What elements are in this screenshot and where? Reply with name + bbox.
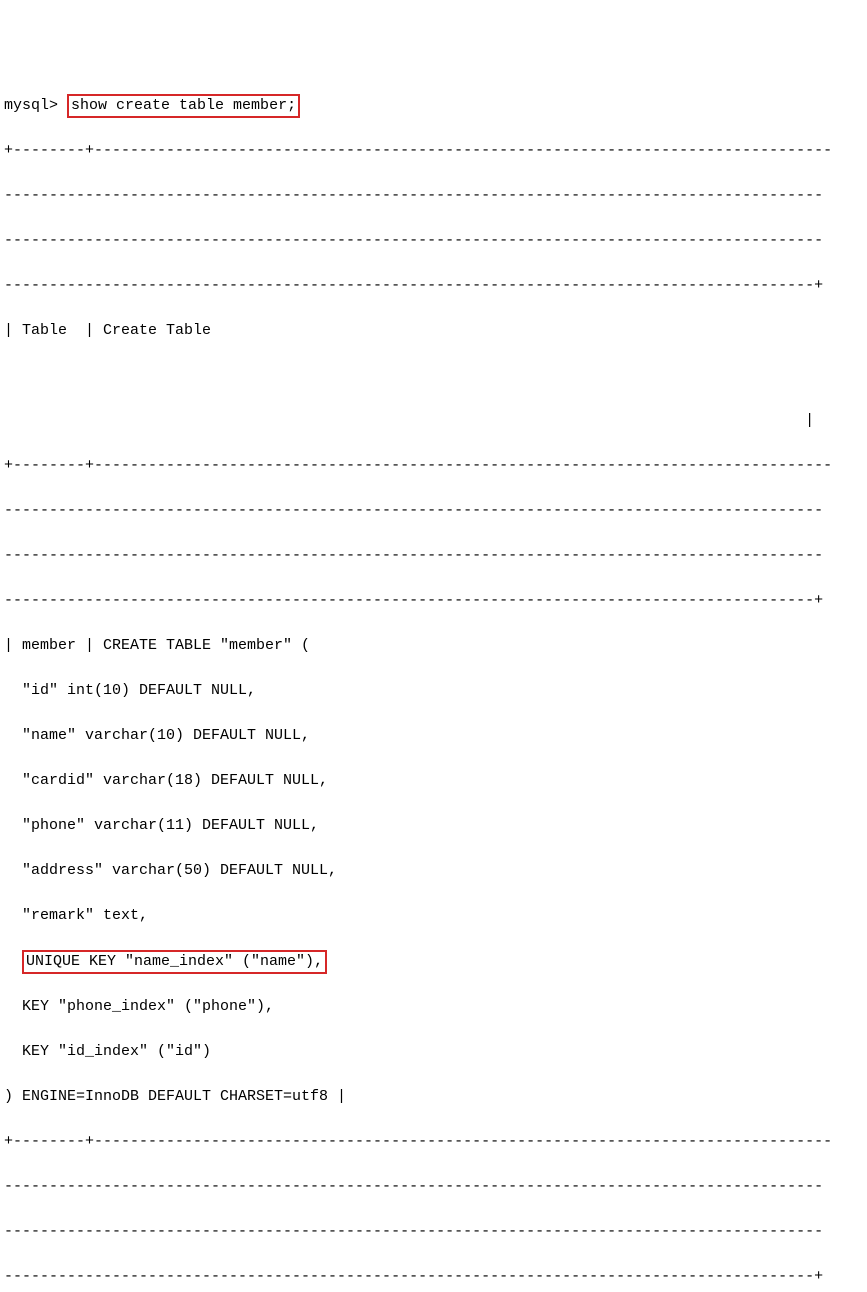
separator-short: +--------+------------------------------… <box>4 140 863 163</box>
col-cardid: "cardid" varchar(18) DEFAULT NULL, <box>4 770 863 793</box>
sql-command: show create table member; <box>71 97 296 114</box>
unique-key-highlight: UNIQUE KEY "name_index" ("name"), <box>22 950 327 974</box>
separator-dashes-end: ----------------------------------------… <box>4 1266 863 1289</box>
mysql-prompt: mysql> <box>4 97 58 114</box>
separator-short: +--------+------------------------------… <box>4 1131 863 1154</box>
col-address: "address" varchar(50) DEFAULT NULL, <box>4 860 863 883</box>
create-table-close: ) ENGINE=InnoDB DEFAULT CHARSET=utf8 | <box>4 1086 863 1109</box>
prompt-line: mysql> show create table member; <box>4 94 863 118</box>
separator-short: +--------+------------------------------… <box>4 455 863 478</box>
header-row: | Table | Create Table <box>4 320 863 343</box>
create-table-open: | member | CREATE TABLE "member" ( <box>4 635 863 658</box>
unique-key-line: UNIQUE KEY "name_index" ("name"), <box>4 950 863 974</box>
separator-dashes: ----------------------------------------… <box>4 500 863 523</box>
separator-dashes-end: ----------------------------------------… <box>4 590 863 613</box>
col-phone: "phone" varchar(11) DEFAULT NULL, <box>4 815 863 838</box>
separator-dashes: ----------------------------------------… <box>4 1176 863 1199</box>
key-phone-index: KEY "phone_index" ("phone"), <box>4 996 863 1019</box>
sql-command-highlight: show create table member; <box>67 94 300 118</box>
key-id-index: KEY "id_index" ("id") <box>4 1041 863 1064</box>
separator-dashes: ----------------------------------------… <box>4 230 863 253</box>
col-remark: "remark" text, <box>4 905 863 928</box>
separator-dashes: ----------------------------------------… <box>4 545 863 568</box>
separator-dashes: ----------------------------------------… <box>4 1221 863 1244</box>
col-id: "id" int(10) DEFAULT NULL, <box>4 680 863 703</box>
blank-pipe-line: | <box>4 410 863 433</box>
col-name: "name" varchar(10) DEFAULT NULL, <box>4 725 863 748</box>
separator-dashes: ----------------------------------------… <box>4 185 863 208</box>
separator-dashes-end: ----------------------------------------… <box>4 275 863 298</box>
